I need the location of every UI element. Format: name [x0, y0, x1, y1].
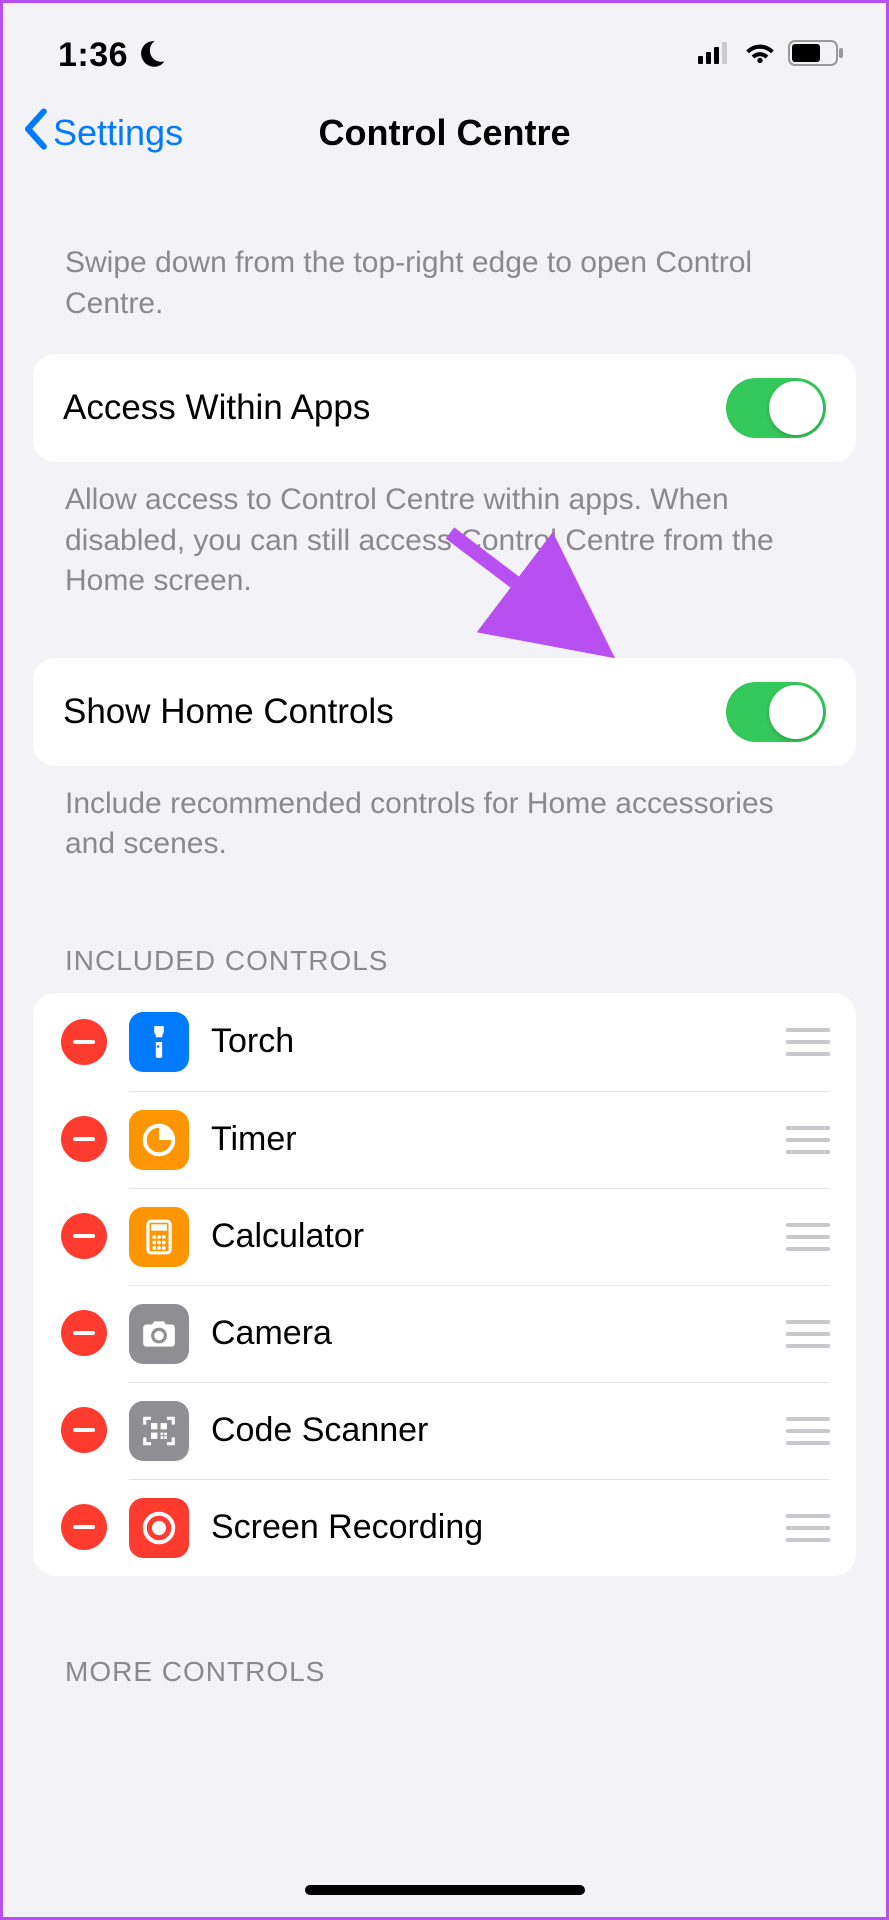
included-control-row: Code Scanner	[33, 1382, 856, 1479]
row-content: Torch	[129, 1011, 830, 1073]
show-home-controls-footer: Include recommended controls for Home ac…	[33, 766, 856, 865]
more-controls-header: MORE CONTROLS	[33, 1576, 856, 1704]
control-label: Camera	[211, 1314, 764, 1353]
included-control-row: Calculator	[33, 1188, 856, 1285]
battery-icon	[788, 39, 844, 72]
drag-handle-icon[interactable]	[786, 1028, 830, 1056]
chevron-left-icon	[21, 108, 49, 159]
control-label: Calculator	[211, 1217, 764, 1256]
intro-text: Swipe down from the top-right edge to op…	[33, 178, 856, 354]
access-within-apps-footer: Allow access to Control Centre within ap…	[33, 462, 856, 602]
nav-bar: Settings Control Centre	[3, 88, 886, 178]
included-controls-header: INCLUDED CONTROLS	[33, 865, 856, 993]
torch-icon	[129, 1012, 189, 1072]
included-control-row: Camera	[33, 1285, 856, 1382]
drag-handle-icon[interactable]	[786, 1126, 830, 1154]
access-within-apps-cell[interactable]: Access Within Apps	[33, 354, 856, 462]
row-content: Screen Recording	[129, 1479, 830, 1576]
remove-button[interactable]	[61, 1407, 107, 1453]
remove-button[interactable]	[61, 1310, 107, 1356]
drag-handle-icon[interactable]	[786, 1320, 830, 1348]
back-button[interactable]: Settings	[21, 108, 183, 159]
do-not-disturb-icon	[138, 38, 168, 73]
page-title: Control Centre	[319, 112, 571, 154]
included-controls-list: Torch Timer Calculator Camera Code Scanner Sc…	[33, 993, 856, 1576]
drag-handle-icon[interactable]	[786, 1417, 830, 1445]
timer-icon	[129, 1110, 189, 1170]
show-home-controls-group: Show Home Controls	[33, 658, 856, 766]
camera-icon	[129, 1304, 189, 1364]
included-control-row: Torch	[33, 993, 856, 1091]
drag-handle-icon[interactable]	[786, 1514, 830, 1542]
row-content: Camera	[129, 1285, 830, 1382]
cellular-icon	[698, 39, 732, 72]
remove-button[interactable]	[61, 1019, 107, 1065]
show-home-controls-toggle[interactable]	[726, 682, 826, 742]
back-label: Settings	[53, 112, 183, 154]
calculator-icon	[129, 1207, 189, 1267]
control-label: Code Scanner	[211, 1411, 764, 1450]
row-content: Calculator	[129, 1188, 830, 1285]
status-bar: 1:36	[3, 3, 886, 88]
control-label: Screen Recording	[211, 1508, 764, 1547]
status-time: 1:36	[58, 36, 128, 75]
drag-handle-icon[interactable]	[786, 1223, 830, 1251]
access-within-apps-group: Access Within Apps	[33, 354, 856, 462]
access-within-apps-toggle[interactable]	[726, 378, 826, 438]
included-control-row: Timer	[33, 1091, 856, 1188]
control-label: Timer	[211, 1120, 764, 1159]
row-content: Timer	[129, 1091, 830, 1188]
included-control-row: Screen Recording	[33, 1479, 856, 1576]
control-label: Torch	[211, 1022, 764, 1061]
record-icon	[129, 1498, 189, 1558]
remove-button[interactable]	[61, 1116, 107, 1162]
wifi-icon	[744, 39, 776, 72]
remove-button[interactable]	[61, 1213, 107, 1259]
show-home-controls-cell[interactable]: Show Home Controls	[33, 658, 856, 766]
show-home-controls-label: Show Home Controls	[63, 692, 394, 732]
qr-icon	[129, 1401, 189, 1461]
row-content: Code Scanner	[129, 1382, 830, 1479]
status-left: 1:36	[58, 36, 168, 75]
content: Swipe down from the top-right edge to op…	[3, 178, 886, 1704]
home-indicator	[305, 1885, 585, 1895]
remove-button[interactable]	[61, 1504, 107, 1550]
status-right	[698, 39, 844, 72]
access-within-apps-label: Access Within Apps	[63, 388, 370, 428]
